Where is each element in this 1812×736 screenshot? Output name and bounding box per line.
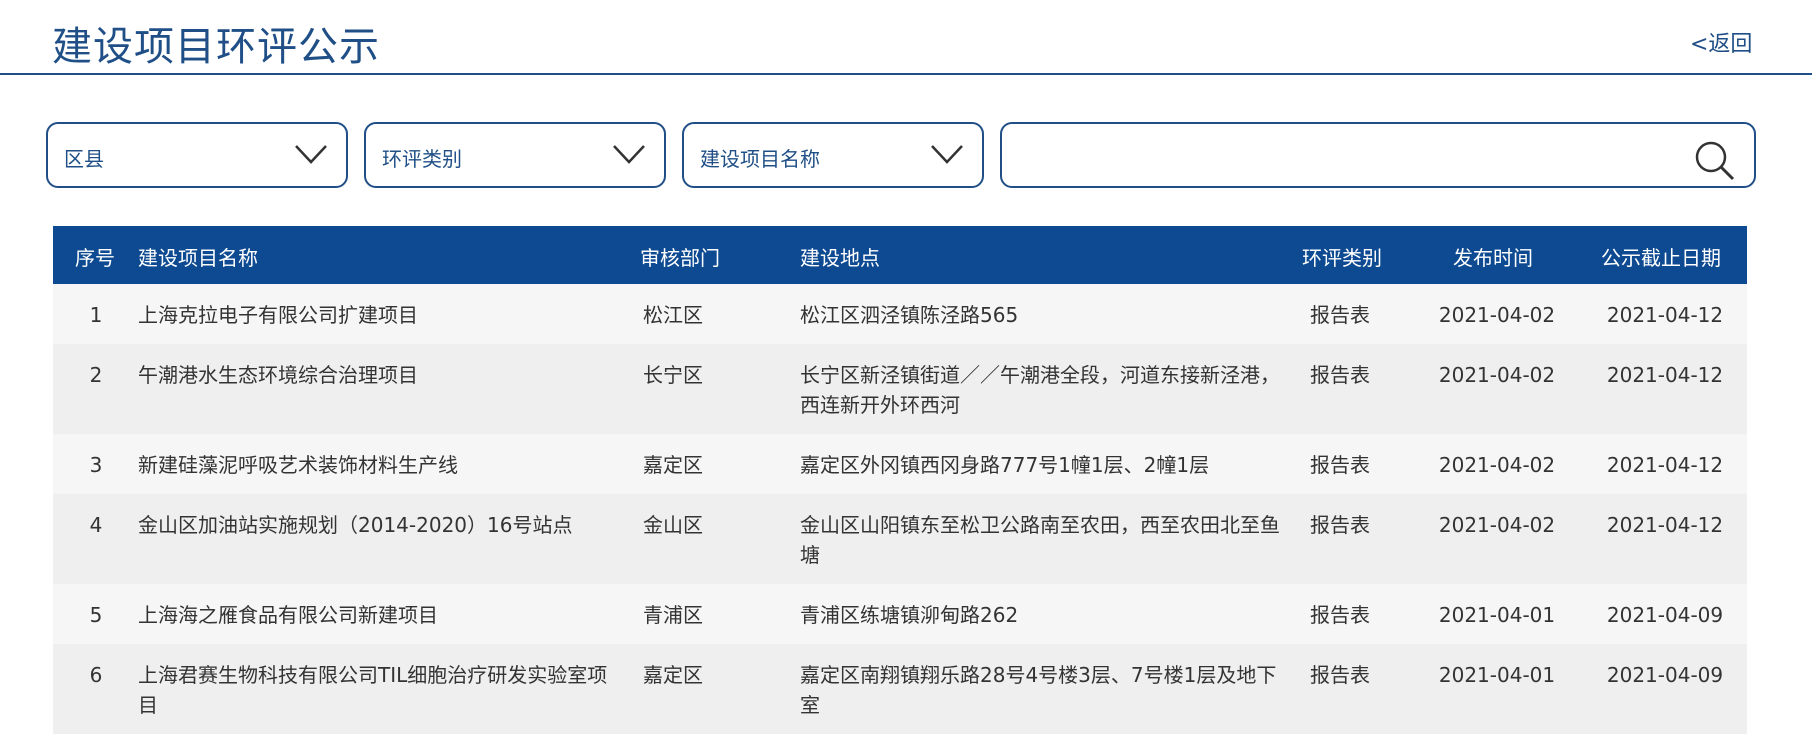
row-index: 2	[89, 363, 103, 387]
column-header-type: 环评类别	[1302, 246, 1382, 270]
row-address: 嘉定区外冈镇西冈身路777号1幢1层、2幢1层	[800, 453, 1210, 477]
row-address: 青浦区练塘镇泖甸路262	[800, 603, 1019, 627]
row-publish-date: 2021-04-02	[1438, 363, 1556, 387]
page-title: 建设项目环评公示	[52, 24, 380, 70]
row-project-name[interactable]: 上海海之雁食品有限公司新建项目	[138, 600, 608, 630]
search-box	[1000, 122, 1756, 188]
row-publish-date: 2021-04-02	[1438, 303, 1556, 327]
row-deadline: 2021-04-09	[1606, 663, 1724, 687]
row-publish-date: 2021-04-01	[1438, 663, 1556, 687]
column-header-deadline: 公示截止日期	[1601, 246, 1721, 270]
row-project-name[interactable]: 新建硅藻泥呼吸艺术装饰材料生产线	[138, 450, 608, 480]
row-department: 青浦区	[643, 603, 703, 627]
table-row[interactable]: 6 上海君赛生物科技有限公司TIL细胞治疗研发实验室项目 嘉定区 嘉定区南翔镇翔…	[53, 644, 1747, 734]
row-type: 报告表	[1310, 303, 1370, 327]
row-index: 3	[89, 453, 103, 477]
name-select-label: 建设项目名称	[700, 147, 820, 171]
search-input[interactable]	[1018, 134, 1672, 180]
column-header-address: 建设地点	[800, 246, 880, 270]
district-select-label: 区县	[64, 147, 104, 171]
row-publish-date: 2021-04-02	[1438, 453, 1556, 477]
row-address: 金山区山阳镇东至松卫公路南至农田，西至农田北至鱼塘	[800, 513, 1280, 567]
row-department: 嘉定区	[643, 453, 703, 477]
row-project-name[interactable]: 上海克拉电子有限公司扩建项目	[138, 300, 608, 330]
column-header-name: 建设项目名称	[138, 246, 258, 270]
search-icon[interactable]	[1694, 140, 1736, 182]
row-deadline: 2021-04-12	[1606, 303, 1724, 327]
row-publish-date: 2021-04-01	[1438, 603, 1556, 627]
row-deadline: 2021-04-09	[1606, 603, 1724, 627]
row-department: 嘉定区	[643, 663, 703, 687]
row-type: 报告表	[1310, 513, 1370, 537]
page-header: 建设项目环评公示 <返回	[0, 0, 1812, 75]
district-select[interactable]: 区县	[46, 122, 348, 188]
table-row[interactable]: 5 上海海之雁食品有限公司新建项目 青浦区 青浦区练塘镇泖甸路262 报告表 2…	[53, 584, 1747, 644]
row-address: 松江区泗泾镇陈泾路565	[800, 303, 1019, 327]
row-type: 报告表	[1310, 363, 1370, 387]
table-row[interactable]: 4 金山区加油站实施规划（2014-2020）16号站点 金山区 金山区山阳镇东…	[53, 494, 1747, 584]
row-type: 报告表	[1310, 663, 1370, 687]
name-select[interactable]: 建设项目名称	[682, 122, 984, 188]
type-select[interactable]: 环评类别	[364, 122, 666, 188]
chevron-down-icon	[931, 145, 963, 164]
back-link[interactable]: <返回	[1690, 26, 1752, 58]
row-department: 金山区	[643, 513, 703, 537]
row-index: 6	[89, 663, 103, 687]
row-publish-date: 2021-04-02	[1438, 513, 1556, 537]
type-select-label: 环评类别	[382, 147, 462, 171]
row-deadline: 2021-04-12	[1606, 363, 1724, 387]
row-department: 松江区	[643, 303, 703, 327]
row-type: 报告表	[1310, 453, 1370, 477]
row-deadline: 2021-04-12	[1606, 513, 1724, 537]
chevron-down-icon	[295, 145, 327, 164]
row-index: 1	[89, 303, 103, 327]
results-table: 序号 建设项目名称 审核部门 建设地点 环评类别 发布时间 公示截止日期 1 上…	[53, 226, 1747, 734]
column-header-publish-date: 发布时间	[1453, 246, 1533, 270]
row-project-name[interactable]: 午潮港水生态环境综合治理项目	[138, 360, 608, 390]
row-department: 长宁区	[643, 363, 703, 387]
table-header: 序号 建设项目名称 审核部门 建设地点 环评类别 发布时间 公示截止日期	[53, 226, 1747, 284]
column-header-index: 序号	[75, 246, 115, 270]
row-index: 5	[89, 603, 103, 627]
column-header-dept: 审核部门	[640, 246, 720, 270]
row-index: 4	[89, 513, 103, 537]
filter-bar: 区县 环评类别 建设项目名称	[0, 122, 1812, 192]
row-project-name[interactable]: 金山区加油站实施规划（2014-2020）16号站点	[138, 510, 608, 540]
row-address: 长宁区新泾镇街道／／午潮港全段，河道东接新泾港，西连新开外环西河	[800, 363, 1280, 417]
table-row[interactable]: 2 午潮港水生态环境综合治理项目 长宁区 长宁区新泾镇街道／／午潮港全段，河道东…	[53, 344, 1747, 434]
row-address: 嘉定区南翔镇翔乐路28号4号楼3层、7号楼1层及地下室	[800, 663, 1277, 717]
row-project-name[interactable]: 上海君赛生物科技有限公司TIL细胞治疗研发实验室项目	[138, 660, 608, 720]
table-row[interactable]: 3 新建硅藻泥呼吸艺术装饰材料生产线 嘉定区 嘉定区外冈镇西冈身路777号1幢1…	[53, 434, 1747, 494]
chevron-down-icon	[613, 145, 645, 164]
row-type: 报告表	[1310, 603, 1370, 627]
row-deadline: 2021-04-12	[1606, 453, 1724, 477]
table-row[interactable]: 1 上海克拉电子有限公司扩建项目 松江区 松江区泗泾镇陈泾路565 报告表 20…	[53, 284, 1747, 344]
